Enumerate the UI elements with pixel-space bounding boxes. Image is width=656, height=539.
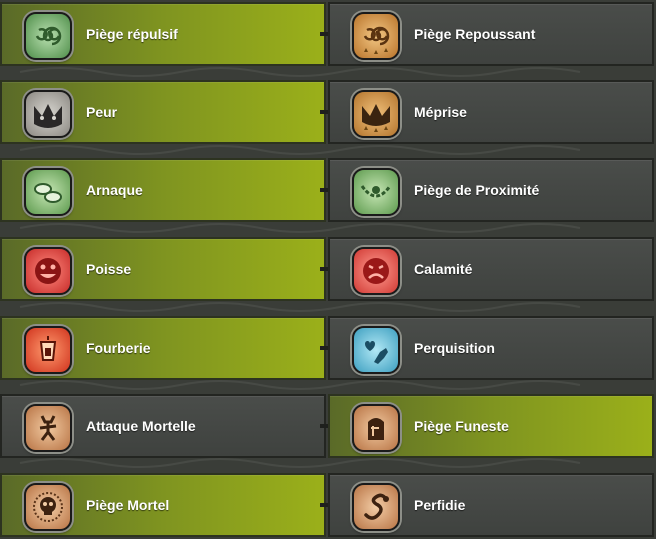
spell-row: Attaque Mortelle Piège Funeste — [0, 394, 656, 460]
spell-name: Fourberie — [86, 340, 151, 356]
spell-row: Fourberie Perquisition — [0, 316, 656, 382]
spell-row: Piège Mortel Perfidie — [0, 473, 656, 539]
spell-name: Piège Repoussant — [414, 26, 536, 42]
spiral-trap-icon — [24, 12, 72, 60]
spell-variant-right[interactable]: Calamité — [328, 237, 654, 301]
spell-name: Arnaque — [86, 182, 143, 198]
spell-variant-right[interactable]: Piège Repoussant — [328, 2, 654, 66]
lantern-icon — [24, 326, 72, 374]
tribal-figure-icon — [24, 404, 72, 452]
spell-row: Piège répulsif Piège Repoussant — [0, 2, 656, 68]
spell-name: Piège Funeste — [414, 418, 509, 434]
spell-name: Piège de Proximité — [414, 182, 540, 198]
skull-icon — [24, 483, 72, 531]
coins-icon — [24, 168, 72, 216]
chain-trap-icon — [352, 168, 400, 216]
sad-face-icon — [352, 247, 400, 295]
spell-row: Arnaque Piège de Proximité — [0, 158, 656, 224]
spell-variant-left[interactable]: Piège Mortel — [0, 473, 326, 537]
spell-name: Piège Mortel — [86, 497, 170, 513]
spell-name: Piège répulsif — [86, 26, 178, 42]
spell-name: Méprise — [414, 104, 467, 120]
spiral-trap-icon — [352, 12, 400, 60]
spell-variant-left[interactable]: Poisse — [0, 237, 326, 301]
spell-row: Poisse Calamité — [0, 237, 656, 303]
spell-name: Perquisition — [414, 340, 495, 356]
tombstone-icon — [352, 404, 400, 452]
grin-face-icon — [24, 247, 72, 295]
spell-variant-left[interactable]: Peur — [0, 80, 326, 144]
snake-icon — [352, 483, 400, 531]
spell-name: Perfidie — [414, 497, 466, 513]
spell-variant-left[interactable]: Piège répulsif — [0, 2, 326, 66]
spell-variant-right[interactable]: Perquisition — [328, 316, 654, 380]
mask-icon — [24, 90, 72, 138]
spell-variant-left[interactable]: Attaque Mortelle — [0, 394, 326, 458]
hand-heart-icon — [352, 326, 400, 374]
spell-variant-left[interactable]: Fourberie — [0, 316, 326, 380]
mask-icon — [352, 90, 400, 138]
spell-name: Poisse — [86, 261, 132, 277]
spell-name: Attaque Mortelle — [86, 418, 196, 434]
spell-name: Calamité — [414, 261, 473, 277]
spell-variant-right[interactable]: Piège de Proximité — [328, 158, 654, 222]
spell-variant-right[interactable]: Piège Funeste — [328, 394, 654, 458]
spell-name: Peur — [86, 104, 118, 120]
spell-variant-right[interactable]: Perfidie — [328, 473, 654, 537]
spell-variant-right[interactable]: Méprise — [328, 80, 654, 144]
spell-row: Peur Méprise — [0, 80, 656, 146]
spell-variant-left[interactable]: Arnaque — [0, 158, 326, 222]
